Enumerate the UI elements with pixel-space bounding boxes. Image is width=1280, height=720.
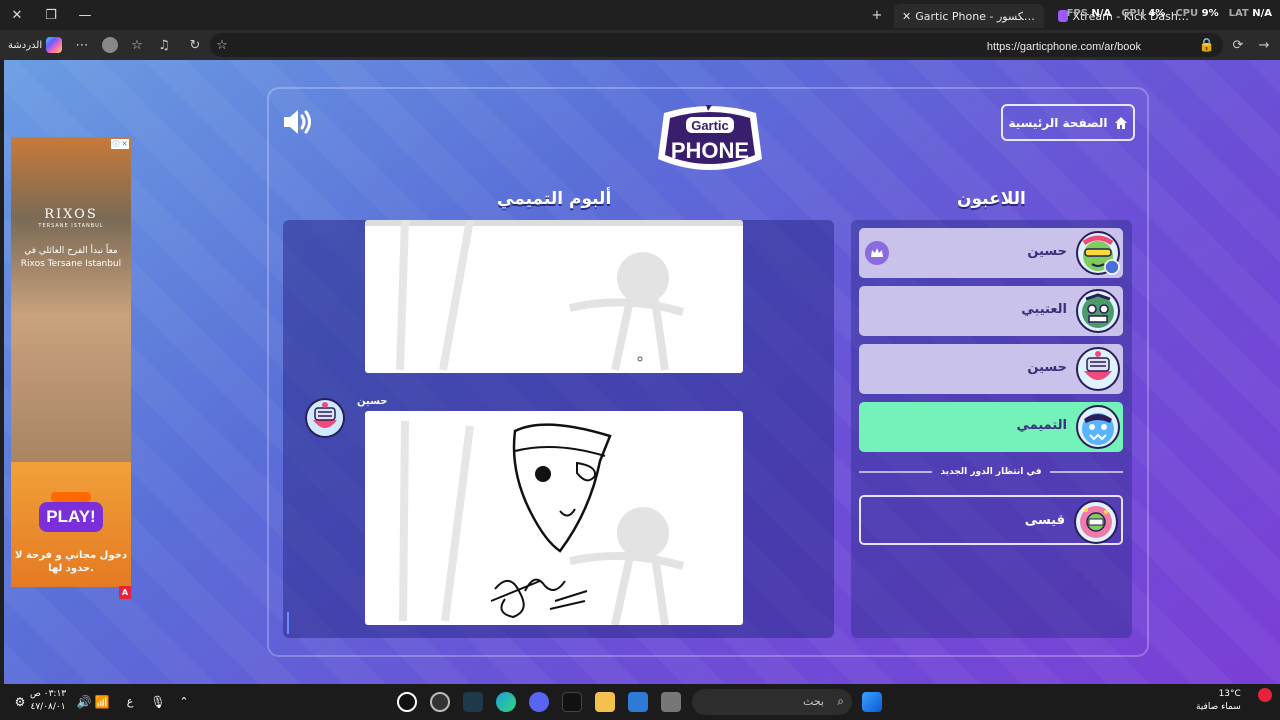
logo-bottom-text: PHONE xyxy=(671,138,749,163)
notification-badge[interactable] xyxy=(1258,688,1272,702)
side-ad-banner[interactable]: ⓘ ✕ RIXOS TERSANE ISTANBUL معاً نبدأ الف… xyxy=(11,137,131,587)
system-settings-icon[interactable]: ⚙ xyxy=(10,692,30,712)
waiting-player-card[interactable]: قيسى xyxy=(859,495,1123,545)
copilot-icon xyxy=(46,37,63,53)
tab-gartic-phone[interactable]: ✕ Gartic Phone - لعبة الهاتف المكسور xyxy=(894,4,1044,28)
refresh-icon[interactable]: ↻ xyxy=(185,35,205,55)
windows-start-icon[interactable] xyxy=(862,692,882,712)
volume-icon[interactable]: 🔊 xyxy=(74,692,94,712)
taskbar-search[interactable]: بحث ⌕ xyxy=(692,689,852,715)
players-title: اللاعبون xyxy=(957,189,1026,209)
weather-desc: سماء صافية xyxy=(1196,702,1241,712)
search-icon: ⌕ xyxy=(837,694,844,708)
clock-date: ٤٧/٠٨/٠١ xyxy=(30,702,66,712)
tab-title: Gartic Phone - لعبة الهاتف المكسور xyxy=(915,9,1036,23)
ad-photo xyxy=(11,137,131,462)
back-icon[interactable]: → xyxy=(1254,35,1274,55)
author-avatar xyxy=(305,398,345,438)
ad-badge: A xyxy=(119,586,131,599)
ad-bottom-text: دخول مجاني و فرحة لا حدود لها. xyxy=(15,550,127,574)
album-feed[interactable]: حسين xyxy=(283,220,834,638)
waiting-label: في انتظار الدور الجديد xyxy=(940,467,1042,477)
waiting-divider: في انتظار الدور الجديد xyxy=(859,465,1123,479)
reload-icon[interactable]: ⟳ xyxy=(1228,35,1248,55)
new-tab-button[interactable]: + xyxy=(860,0,894,30)
tiktok-icon[interactable] xyxy=(562,692,582,712)
player-card-current[interactable]: التميمي xyxy=(859,402,1123,452)
obs-icon[interactable] xyxy=(397,692,417,712)
web-page: ⓘ ✕ RIXOS TERSANE ISTANBUL معاً نبدأ الف… xyxy=(4,60,1280,684)
player-card[interactable]: العتيبي xyxy=(859,286,1123,336)
weather-temp: 13°C xyxy=(1218,689,1241,699)
host-crown-icon xyxy=(865,241,889,265)
store-icon[interactable] xyxy=(628,692,648,712)
nickelodeon-logo xyxy=(51,492,91,502)
close-window-button[interactable]: ✕ xyxy=(0,0,34,30)
taskbar-clock[interactable]: ٠٣:١٣ ص ٤٧/٠٨/٠١ xyxy=(30,688,66,714)
player-avatar xyxy=(1076,347,1120,391)
more-icon[interactable]: ⋯ xyxy=(72,35,92,55)
player-card[interactable]: حسين xyxy=(859,344,1123,394)
player-name: حسين xyxy=(1027,360,1067,375)
player-name: قيسى xyxy=(1024,513,1065,528)
url-text: https://garticphone.com/ar/book xyxy=(986,41,1141,53)
player-avatar xyxy=(1076,231,1120,275)
wifi-icon[interactable]: 📶 xyxy=(92,692,112,712)
copilot-chat-button[interactable]: الدردشة xyxy=(8,35,63,55)
players-list: حسين العتيبي حسين التميمي في انتظار الدو… xyxy=(851,220,1132,638)
performance-overlay: FPS N/A GPU 4% CPU 9% LAT N/A xyxy=(1066,8,1272,19)
logo-top-text: Gartic xyxy=(691,118,729,133)
add-favorite-icon[interactable]: ☆ xyxy=(212,35,232,55)
sound-icon[interactable] xyxy=(281,107,315,137)
player-card[interactable]: حسين xyxy=(859,228,1123,278)
browser-titlebar: ✕ ❐ — + ✕ Gartic Phone - لعبة الهاتف الم… xyxy=(0,0,1280,30)
drawing-card-current xyxy=(365,411,743,625)
ad-brand: RIXOS xyxy=(44,207,98,222)
ad-brand-sub: TERSANE ISTANBUL xyxy=(38,223,104,229)
ad-info-icon[interactable]: ⓘ ✕ xyxy=(111,139,129,149)
gartic-phone-logo: Gartic PHONE xyxy=(650,103,770,177)
app-window-icon[interactable] xyxy=(661,692,681,712)
ad-play-logo: PLAY! xyxy=(39,502,103,532)
chat-label: الدردشة xyxy=(8,39,43,51)
file-explorer-icon[interactable] xyxy=(595,692,615,712)
home-button-label: الصفحة الرئيسية xyxy=(1008,115,1108,130)
album-title: ألبوم التميمي xyxy=(497,189,612,209)
player-avatar xyxy=(1076,405,1120,449)
player-avatar xyxy=(1074,500,1118,544)
home-button[interactable]: الصفحة الرئيسية xyxy=(1001,104,1135,141)
taskbar: ⚙ ٠٣:١٣ ص ٤٧/٠٨/٠١ 🔊 📶 ع 🎙 ⌃ بحث ⌕ 13°C … xyxy=(0,684,1280,720)
player-avatar xyxy=(1076,289,1120,333)
media-icon[interactable]: ♫ xyxy=(154,35,174,55)
player-name: التميمي xyxy=(1016,418,1067,433)
minimize-window-button[interactable]: — xyxy=(68,0,102,30)
terminal-icon[interactable] xyxy=(463,692,483,712)
language-indicator[interactable]: ع xyxy=(120,692,140,712)
profile-avatar[interactable] xyxy=(100,35,120,55)
search-placeholder: بحث xyxy=(803,695,824,708)
lock-icon: 🔒 xyxy=(1198,37,1216,53)
player-name: العتيبي xyxy=(1021,302,1067,317)
player-name: حسين xyxy=(1027,244,1067,259)
browser-toolbar: الدردشة ⋯ ☆ ♫ ↻ ☆ https://garticphone.co… xyxy=(0,30,1280,60)
game-panel: Gartic PHONE الصفحة الرئيسية ألبوم التمي… xyxy=(267,87,1149,657)
entry-author-name: حسين xyxy=(357,396,388,407)
chevron-up-icon[interactable]: ⌃ xyxy=(174,692,194,712)
ad-headline: معاً نبدأ الفرح العائلي في Rixos Tersane… xyxy=(20,246,122,269)
address-bar[interactable]: ☆ https://garticphone.com/ar/book 🔒 xyxy=(210,33,1223,57)
restore-window-button[interactable]: ❐ xyxy=(34,0,68,30)
screen: ✕ ❐ — + ✕ Gartic Phone - لعبة الهاتف الم… xyxy=(0,0,1280,720)
home-icon xyxy=(1114,116,1127,129)
drawing-card-previous xyxy=(365,220,743,373)
edge-icon[interactable] xyxy=(496,692,516,712)
discord-icon[interactable] xyxy=(529,692,549,712)
weather-widget[interactable]: 13°C سماء صافية xyxy=(1196,688,1241,714)
microphone-icon[interactable]: 🎙 xyxy=(148,692,168,712)
tab-close-icon[interactable]: ✕ xyxy=(902,10,911,23)
clock-time: ٠٣:١٣ ص xyxy=(30,689,67,699)
favorites-icon[interactable]: ☆ xyxy=(127,35,147,55)
app-icon[interactable] xyxy=(430,692,450,712)
scroll-indicator[interactable] xyxy=(287,612,289,634)
